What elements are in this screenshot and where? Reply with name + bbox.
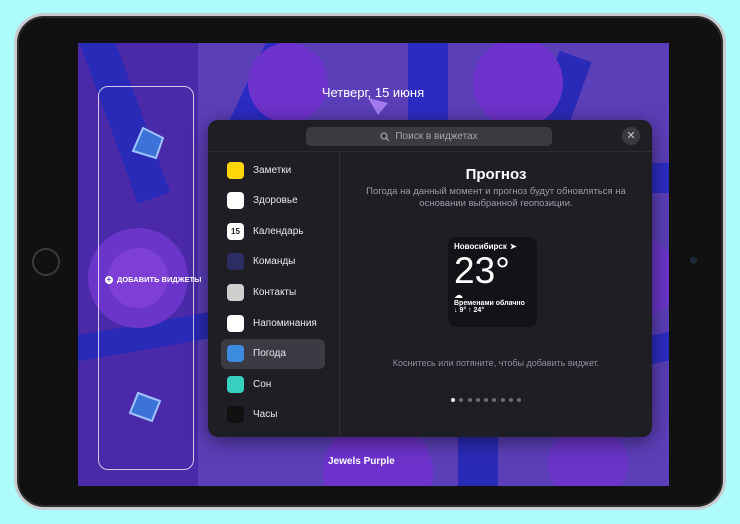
weather-range: ↓ 9° ↑ 24° [454, 307, 485, 314]
app-list-item[interactable]: Здоровье [221, 186, 325, 216]
add-widgets-label: ДОБАВИТЬ ВИДЖЕТЫ [117, 275, 202, 284]
app-list-item[interactable]: 15 Календарь [221, 216, 325, 246]
app-list-item-label: Календарь [253, 225, 304, 237]
weather-condition: Временами облачно [454, 300, 525, 307]
page-dot[interactable] [484, 398, 489, 402]
widget-search-input[interactable]: Поиск в виджетах [306, 127, 552, 146]
reminders-icon [227, 314, 244, 332]
app-list-item-label: Контакты [253, 286, 297, 298]
add-widget-hint: Коснитесь или потяните, чтобы добавить в… [392, 358, 600, 368]
page-dot[interactable] [467, 398, 472, 402]
widget-detail-title: Прогноз [465, 166, 527, 183]
page-dot[interactable] [500, 398, 505, 402]
widget-drop-area[interactable]: + ДОБАВИТЬ ВИДЖЕТЫ [98, 86, 201, 470]
notes-icon [227, 161, 244, 179]
weather-widget-preview[interactable]: Новосибирск ➤ 23° ☁ Временами облачно ↓ … [448, 237, 537, 327]
widget-gallery-panel: Поиск в виджетах ✕ Заметки Здоровье 15 Кале… [208, 120, 652, 437]
app-list-item[interactable]: Погода [221, 338, 325, 369]
page-dot[interactable] [475, 398, 480, 402]
calendar-icon: 15 [227, 222, 244, 240]
app-list-item-label: Погода [253, 348, 286, 360]
ipad-device: Четверг, 15 июня + ДОБАВИТЬ ВИДЖЕТЫ Jewe… [14, 13, 726, 510]
front-camera [690, 257, 697, 264]
app-list-item-label: Здоровье [253, 195, 298, 207]
app-list-item[interactable] [221, 430, 325, 437]
app-list-item-label: Напоминания [253, 317, 317, 329]
add-widgets-button[interactable]: + ДОБАВИТЬ ВИДЖЕТЫ [105, 275, 201, 284]
health-icon [227, 192, 244, 210]
page-dot[interactable] [492, 398, 497, 402]
page-dot[interactable] [451, 398, 455, 402]
app-list-item[interactable]: Часы [221, 400, 325, 430]
partly-cloudy-icon: ☁ [454, 290, 463, 300]
wallpaper-caption: Jewels Purple [328, 456, 395, 467]
weather-icon [227, 345, 244, 363]
plus-icon: + [105, 274, 113, 284]
search-icon [380, 131, 390, 141]
app-list-item[interactable]: Контакты [221, 277, 325, 307]
page-dot[interactable] [509, 398, 514, 402]
sleep-icon [227, 375, 244, 393]
app-list-item[interactable]: Напоминания [221, 308, 325, 338]
lock-screen: Четверг, 15 июня + ДОБАВИТЬ ВИДЖЕТЫ Jewe… [78, 43, 669, 486]
home-button[interactable] [32, 248, 60, 276]
header-divider [208, 151, 652, 152]
app-list-item-label: Часы [253, 409, 278, 421]
page-dot[interactable] [517, 398, 522, 402]
weather-temperature: 23° [454, 250, 510, 291]
widget-detail-description: Погода на данный момент и прогноз будут … [366, 186, 626, 209]
app-list-item[interactable]: Заметки [221, 155, 325, 185]
app-list-item-label: Команды [253, 256, 296, 268]
app-list-item-label: Сон [253, 378, 272, 390]
clock-icon [227, 406, 244, 424]
contacts-icon [227, 283, 244, 301]
close-button[interactable]: ✕ [622, 127, 640, 145]
app-list-item[interactable]: Сон [221, 369, 325, 399]
shortcuts-icon [227, 253, 244, 271]
page-indicator[interactable] [451, 398, 522, 402]
app-list-item-label: Заметки [253, 164, 292, 176]
location-arrow-icon: ➤ [509, 242, 517, 251]
app-list-item[interactable]: Команды [221, 247, 325, 277]
page-dot[interactable] [459, 398, 464, 402]
search-placeholder: Поиск в виджетах [395, 131, 478, 142]
widget-app-list: Заметки Здоровье 15 Календарь Команды Контакт… [218, 154, 330, 437]
